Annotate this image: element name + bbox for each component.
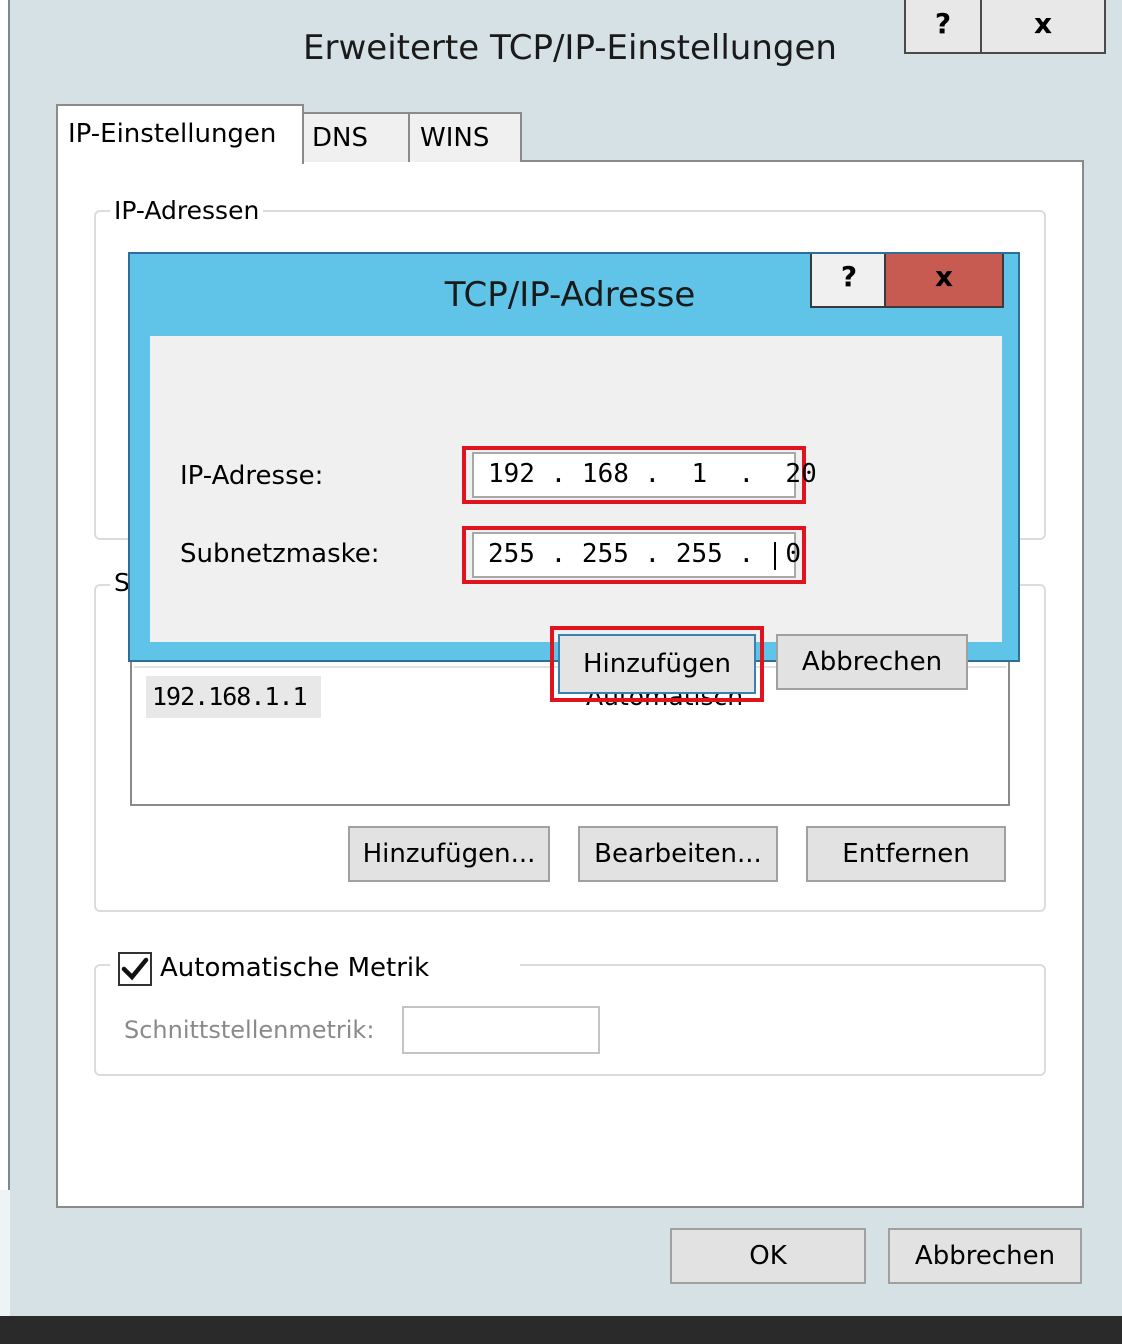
inner-cancel-button[interactable]: Abbrechen [776, 634, 968, 690]
interface-metric-input[interactable] [402, 1006, 600, 1054]
interface-metric-label: Schnittstellenmetrik: [124, 1016, 375, 1044]
subnet-mask-label: Subnetzmaske: [180, 539, 380, 569]
auto-metric-label[interactable]: Automatische Metrik [160, 950, 429, 986]
add-gateway-button[interactable]: Hinzufügen... [348, 826, 550, 882]
ok-button[interactable]: OK [670, 1228, 866, 1284]
text-caret [774, 542, 776, 570]
outer-help-button[interactable]: ? [904, 0, 982, 54]
outer-dialog-title: Erweiterte TCP/IP-Einstellungen [303, 28, 837, 68]
outer-close-button[interactable]: x [980, 0, 1106, 54]
ip-address-field[interactable]: 192 . 168 . 1 . 20 [472, 452, 817, 498]
tab-dns[interactable]: DNS [300, 112, 410, 162]
tcpip-address-dialog: TCP/IP-Adresse ? x IP-Adresse: 192 . 168… [128, 252, 1020, 702]
tab-wins[interactable]: WINS [408, 112, 522, 162]
ip-address-label: IP-Adresse: [180, 461, 324, 491]
background-window-edge [0, 0, 10, 1190]
tab-ip-settings[interactable]: IP-Einstellungen [56, 104, 304, 164]
ip-addresses-group-label: IP-Adressen [110, 196, 264, 225]
checkmark-icon [121, 957, 149, 981]
subnet-mask-field[interactable]: 255 . 255 . 255 . 0 [472, 532, 801, 578]
inner-dialog-body: IP-Adresse: 192 . 168 . 1 . 20 Subnetzma… [150, 336, 1002, 702]
outer-cancel-button[interactable]: Abbrechen [888, 1228, 1082, 1284]
remove-gateway-button[interactable]: Entfernen [806, 826, 1006, 882]
inner-help-button[interactable]: ? [810, 254, 888, 308]
inner-dialog-title: TCP/IP-Adresse [444, 275, 696, 315]
add-ip-button[interactable]: Hinzufügen [558, 634, 756, 694]
gateway-row-address[interactable]: 192.168.1.1 [146, 676, 321, 718]
auto-metric-checkbox[interactable] [118, 952, 152, 986]
edit-gateway-button[interactable]: Bearbeiten... [578, 826, 778, 882]
inner-close-button[interactable]: x [884, 254, 1004, 308]
taskbar-strip [0, 1316, 1122, 1344]
